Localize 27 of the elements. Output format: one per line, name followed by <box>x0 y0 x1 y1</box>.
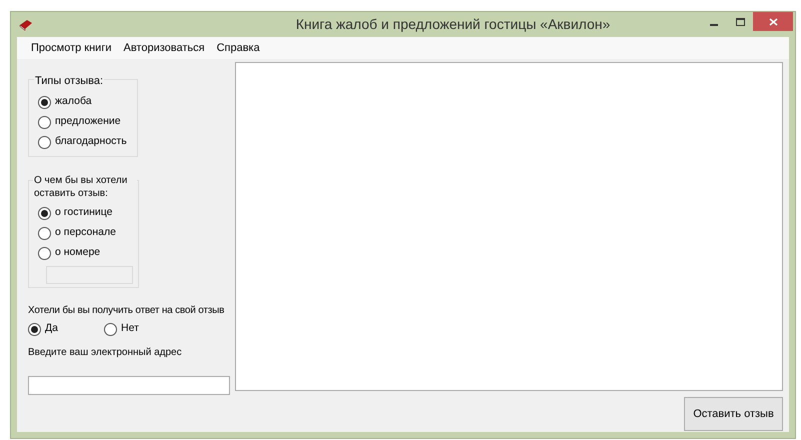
radio-label: о персонале <box>55 225 116 240</box>
radio-button[interactable] <box>38 116 51 128</box>
submit-button[interactable]: Оставить отзыв <box>684 397 783 431</box>
radio-button[interactable] <box>38 136 51 148</box>
book-icon <box>19 18 33 30</box>
radio-label: жалоба <box>55 94 92 110</box>
email-field[interactable] <box>28 376 230 395</box>
radio-button[interactable] <box>28 322 41 336</box>
window-title: Книга жалоб и предложений гостицы «Аквилон» <box>294 15 612 34</box>
reply-question: Хотели бы вы получить ответ на свой отзыв <box>28 304 226 318</box>
radio-label: Да <box>45 321 58 336</box>
radio-button[interactable] <box>38 246 51 260</box>
menu-item[interactable]: Справка <box>210 40 266 56</box>
close-icon <box>768 18 778 26</box>
radio-button[interactable] <box>38 206 51 220</box>
menu-item[interactable]: Авторизоваться <box>117 40 211 56</box>
radio-label: предложение <box>55 114 121 130</box>
radio-label: о номере <box>55 245 100 260</box>
radio-button[interactable] <box>38 96 51 108</box>
radio-button[interactable] <box>38 226 51 240</box>
radio-label: благодарность <box>55 134 127 150</box>
radio-button[interactable] <box>104 322 117 336</box>
radio-label: о гостинице <box>55 205 113 220</box>
close-button[interactable] <box>753 12 793 31</box>
email-label: Введите ваш электронный адрес <box>28 346 183 360</box>
menu-item[interactable]: Просмотр книги <box>25 40 118 56</box>
radio-label: Нет <box>121 321 139 336</box>
